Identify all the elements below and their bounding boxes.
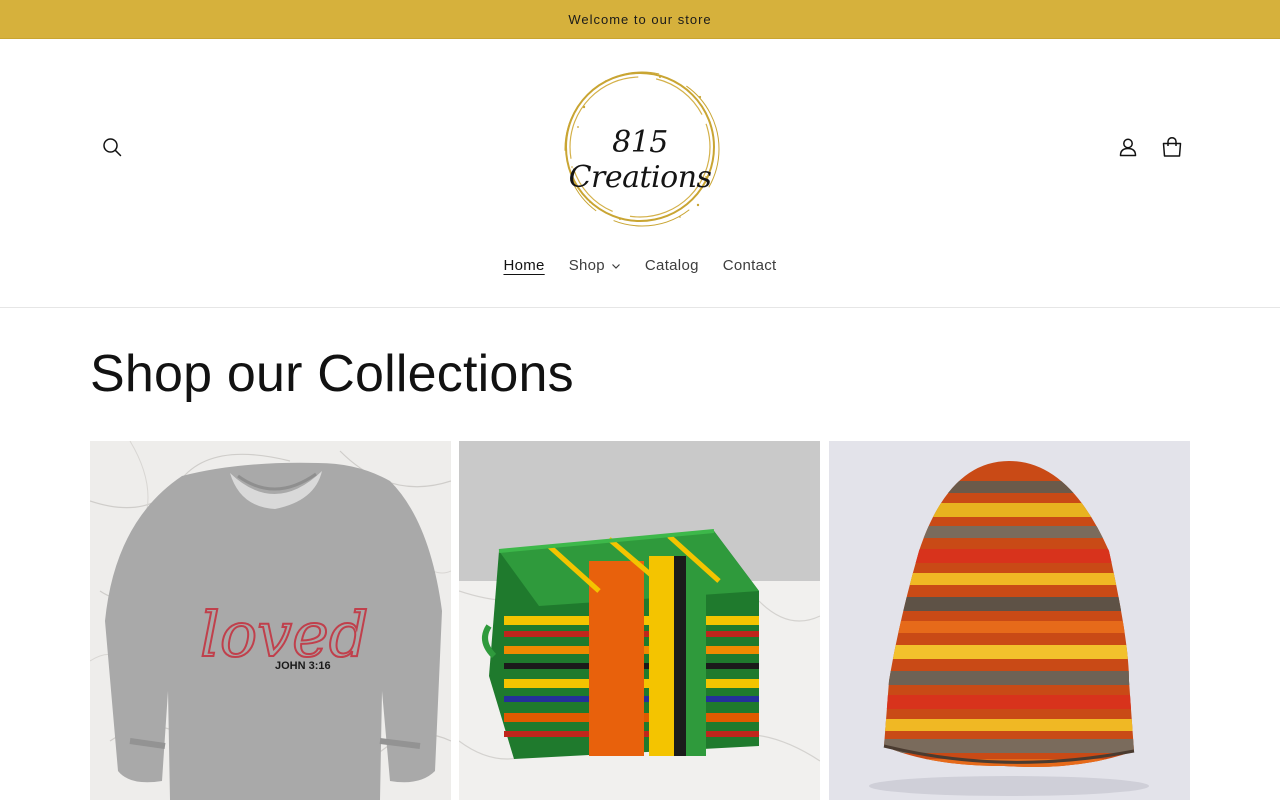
nav-shop[interactable]: Shop (557, 253, 633, 278)
collection-card-bags[interactable] (459, 441, 820, 800)
nav-catalog-label: Catalog (644, 257, 699, 274)
kente-bag-image (459, 441, 820, 800)
verse-text: JOHN 3:16 (275, 660, 331, 672)
nav-contact[interactable]: Contact (711, 253, 789, 278)
collection-card-beanies[interactable] (829, 441, 1190, 800)
cart-button[interactable] (1152, 127, 1192, 167)
cart-icon (1162, 137, 1182, 157)
chevron-down-icon (611, 263, 620, 269)
search-button[interactable] (92, 127, 132, 167)
nav-shop-label: Shop (568, 257, 605, 274)
announcement-text: Welcome to our store (568, 11, 712, 27)
announcement-bar: Welcome to our store (0, 0, 1280, 39)
nav-contact-label: Contact (722, 257, 777, 274)
collection-card-sweatshirts[interactable]: loved JOHN 3:16 (90, 441, 451, 800)
logo-text: 815 Creations (568, 125, 712, 195)
main-nav: Home Shop Catalog Contact (0, 253, 1280, 278)
sweatshirt-image: loved JOHN 3:16 (90, 441, 451, 800)
page-title: Shop our Collections (90, 345, 574, 403)
search-icon (103, 138, 122, 157)
beanie-image (829, 441, 1190, 800)
nav-catalog[interactable]: Catalog (633, 253, 711, 278)
store-logo[interactable]: 815 Creations (560, 67, 720, 229)
nav-home[interactable]: Home (491, 253, 556, 278)
nav-home-label: Home (503, 257, 545, 274)
account-icon (1119, 138, 1137, 157)
account-button[interactable] (1108, 127, 1148, 167)
site-header: 815 Creations Home Shop Catalog Contact (0, 39, 1280, 308)
collection-grid: loved JOHN 3:16 (90, 441, 1190, 800)
